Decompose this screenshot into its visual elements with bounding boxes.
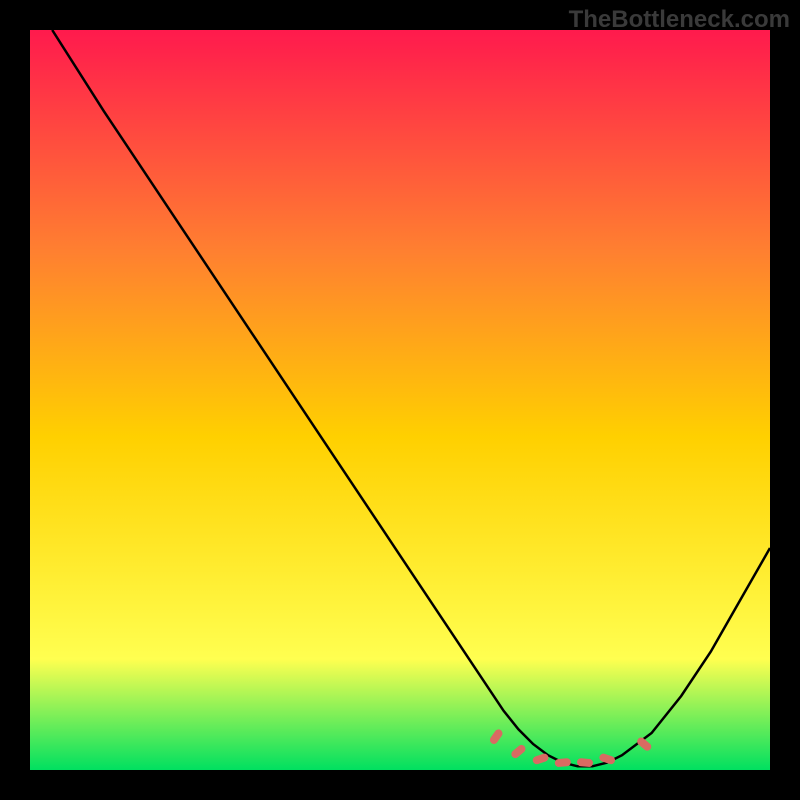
chart-svg (30, 30, 770, 770)
chart-container: TheBottleneck.com (0, 0, 800, 800)
watermark-text: TheBottleneck.com (569, 6, 790, 34)
gradient-background (30, 30, 770, 770)
